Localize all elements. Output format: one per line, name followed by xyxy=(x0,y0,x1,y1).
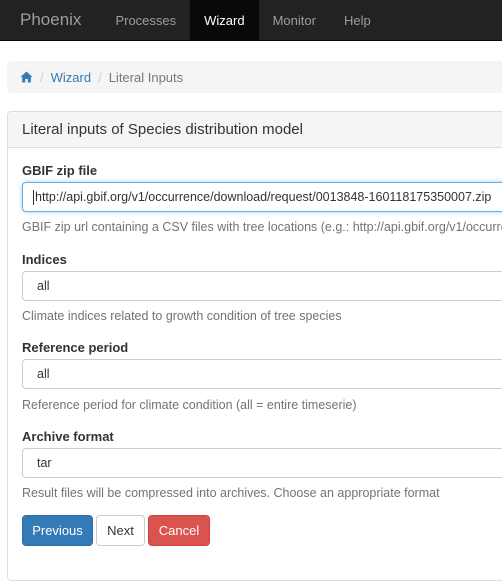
breadcrumb-current: Literal Inputs xyxy=(108,69,184,85)
archive-format-value: tar xyxy=(37,456,52,470)
indices-help: Climate indices related to growth condit… xyxy=(22,309,342,323)
breadcrumb-separator: / xyxy=(40,69,44,85)
indices-label: Indices xyxy=(22,252,67,267)
next-button[interactable]: Next xyxy=(96,515,145,546)
reference-period-help: Reference period for climate condition (… xyxy=(22,398,357,412)
panel-title: Literal inputs of Species distribution m… xyxy=(8,112,502,148)
nav-wizard[interactable]: Wizard xyxy=(190,0,259,40)
cancel-button[interactable]: Cancel xyxy=(148,515,210,546)
reference-period-label: Reference period xyxy=(22,340,129,355)
gbif-zip-value: http://api.gbif.org/v1/occurrence/downlo… xyxy=(35,190,492,204)
archive-format-help: Result files will be compressed into arc… xyxy=(22,486,440,500)
gbif-zip-label: GBIF zip file xyxy=(22,163,98,178)
text-caret xyxy=(33,189,34,205)
previous-button[interactable]: Previous xyxy=(22,515,93,546)
home-icon[interactable] xyxy=(20,71,33,83)
breadcrumb-wizard-link[interactable]: Wizard xyxy=(51,70,91,85)
indices-input[interactable]: all xyxy=(22,271,502,301)
top-navbar: Phoenix Processes Wizard Monitor Help xyxy=(0,0,502,41)
gbif-zip-input[interactable]: http://api.gbif.org/v1/occurrence/downlo… xyxy=(22,182,502,212)
nav-help[interactable]: Help xyxy=(330,0,385,40)
reference-period-input[interactable]: all xyxy=(22,359,502,389)
gbif-zip-help: GBIF zip url containing a CSV files with… xyxy=(22,220,502,234)
indices-value: all xyxy=(37,279,50,293)
archive-format-input[interactable]: tar xyxy=(22,448,502,478)
nav-monitor[interactable]: Monitor xyxy=(259,0,330,40)
reference-period-value: all xyxy=(37,367,50,381)
breadcrumb: / Wizard / Literal Inputs xyxy=(7,61,502,93)
literal-inputs-panel: Literal inputs of Species distribution m… xyxy=(7,111,502,581)
nav-processes[interactable]: Processes xyxy=(101,0,190,40)
archive-format-label: Archive format xyxy=(22,429,114,444)
breadcrumb-separator: / xyxy=(98,69,102,85)
brand-link[interactable]: Phoenix xyxy=(0,0,101,40)
